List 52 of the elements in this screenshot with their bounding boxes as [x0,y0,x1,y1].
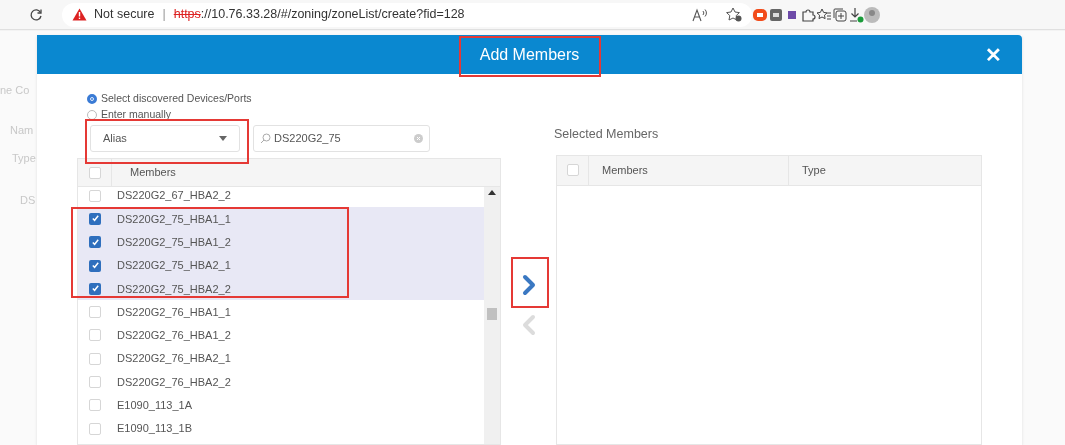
url-text: https://10.76.33.28/#/zoning/zoneList/create?fid=128 [173,6,465,24]
profile-icon[interactable] [864,6,880,23]
caret-icon [219,136,227,141]
chevron-right-icon [520,274,537,296]
collections-icon[interactable] [832,6,848,23]
checkbox[interactable] [88,166,101,179]
checkbox[interactable] [566,164,579,177]
scrollbar[interactable] [484,187,500,444]
favorites-icon[interactable] [816,6,832,23]
puzzle-icon[interactable] [800,6,816,23]
extension-icon[interactable] [752,6,768,23]
radio-button[interactable] [87,94,97,104]
member-row[interactable]: DS220G2_75_HBA2_1 [78,253,484,278]
annotation-frame [511,257,549,308]
checkbox[interactable] [89,376,101,388]
column-header: Members [130,165,176,181]
scroll-thumb[interactable] [487,308,497,320]
search-icon [260,133,271,144]
radio-label: Enter manually [101,107,172,123]
chevron-left-icon [520,314,537,336]
dialog-title: Add Members [479,44,580,65]
column-header: Members [602,163,648,178]
radio-button[interactable] [87,110,97,120]
checkbox[interactable] [89,329,101,342]
checkbox[interactable] [89,352,101,365]
column-header: Type [802,163,826,178]
type-dropdown[interactable]: Alias [90,125,240,152]
member-row[interactable]: DS220G2_75_HBA2_2 [78,277,484,301]
checkbox[interactable] [89,422,101,435]
security-label: Not secure [94,6,155,24]
scroll-up-icon[interactable] [488,190,496,195]
checkbox[interactable] [89,306,101,319]
reload-icon[interactable] [29,7,43,22]
separator: | [162,6,166,24]
member-row[interactable]: DS220G2_75_HBA1_1 [78,207,484,231]
checkbox[interactable] [89,189,101,202]
section-title: Selected Members [554,126,660,143]
extension-icon[interactable] [768,6,784,23]
checkbox[interactable] [89,236,101,249]
radio-label: Select discovered Devices/Ports [101,91,252,107]
checkbox[interactable] [89,212,101,225]
checkbox[interactable] [89,399,101,412]
checkbox[interactable] [89,259,101,272]
read-aloud-icon[interactable] [692,7,708,22]
close-button[interactable]: ✕ [985,40,1002,70]
checkbox[interactable] [89,282,101,295]
download-icon[interactable] [848,6,864,23]
member-row[interactable]: DS220G2_75_HBA1_2 [78,230,484,254]
favorite-icon[interactable] [726,7,742,22]
address-bar[interactable]: Not secure | https://10.76.33.28/#/zoning/zoneList/create?fid=128 [62,2,752,27]
warning-icon [72,8,87,21]
search-field[interactable]: DS220G2_75 [253,125,430,152]
